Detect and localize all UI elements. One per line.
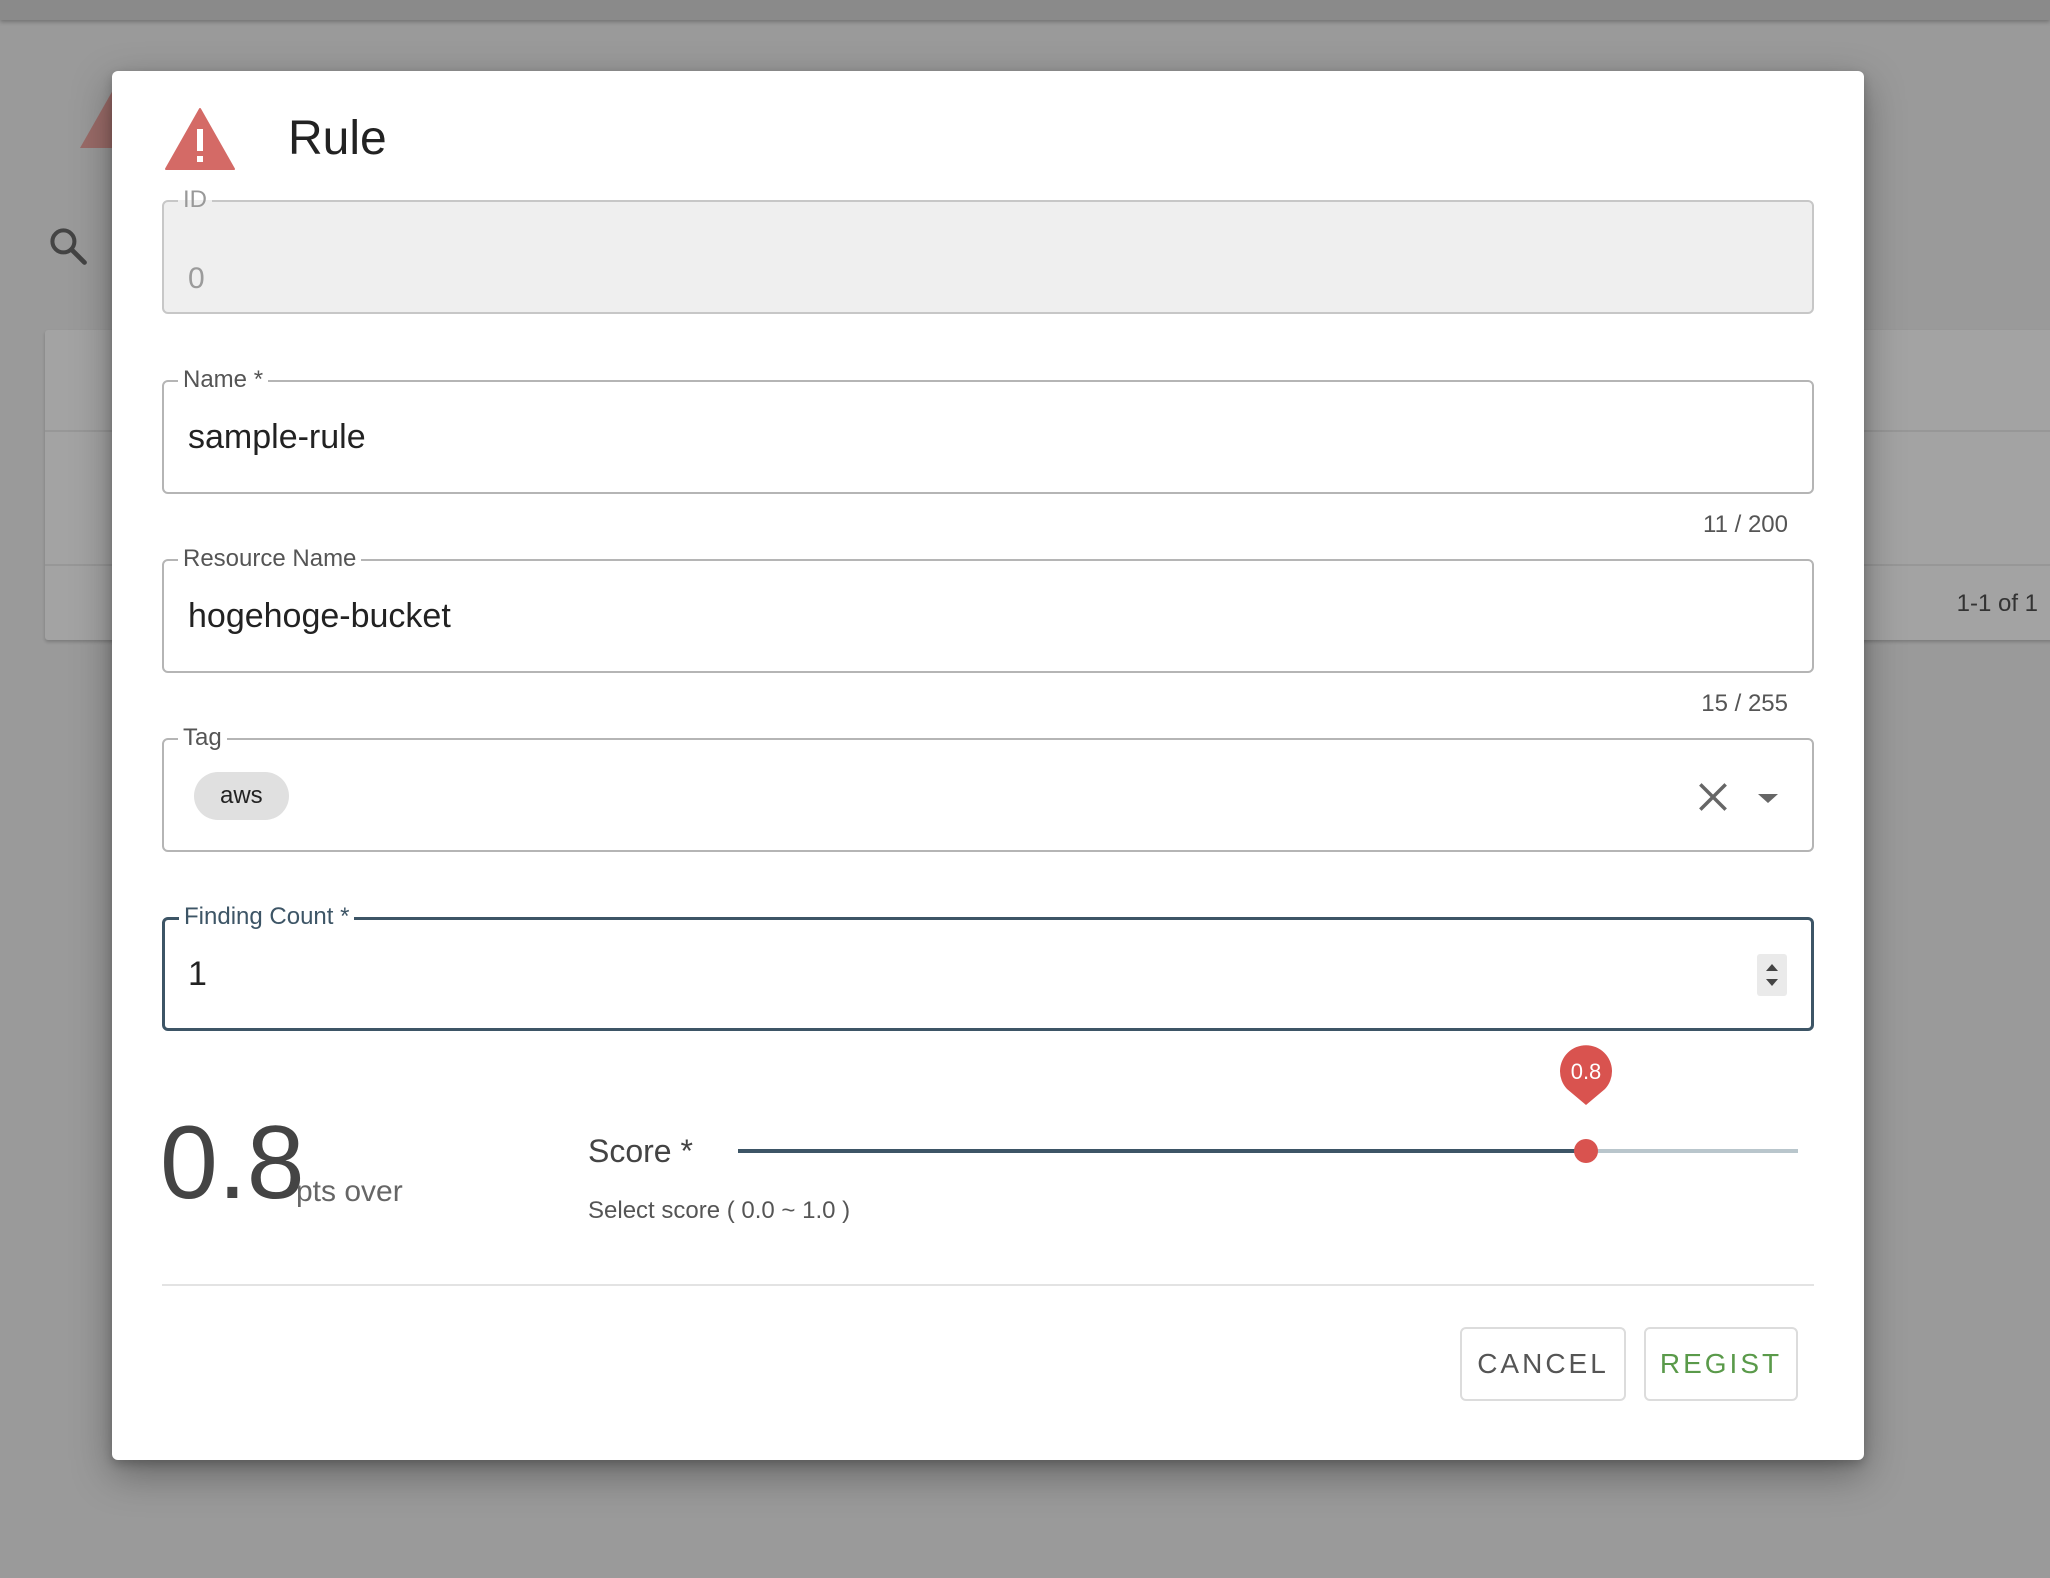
score-slider[interactable]: 0.8 [738, 1045, 1798, 1171]
resource-name-input[interactable] [188, 597, 1688, 636]
tag-field[interactable]: Tag aws [162, 724, 1814, 852]
score-suffix: pts over [296, 1175, 403, 1208]
resource-name-char-counter: 15 / 255 [1701, 690, 1788, 717]
resource-name-field-label: Resource Name [178, 545, 362, 573]
warning-icon [165, 108, 235, 170]
name-input[interactable] [188, 418, 1688, 457]
id-field: ID 0 [162, 186, 1814, 314]
name-char-counter: 11 / 200 [1703, 511, 1788, 538]
slider-thumb[interactable] [1574, 1139, 1598, 1163]
finding-count-field-label: Finding Count * [179, 903, 355, 931]
search-icon [50, 228, 87, 265]
rule-dialog: Rule ID 0 Name * 11 / 200 Resource Name … [112, 71, 1864, 1460]
finding-count-input[interactable] [188, 955, 1688, 994]
score-hint: Select score ( 0.0 ~ 1.0 ) [588, 1197, 851, 1224]
id-field-label: ID [178, 186, 212, 214]
regist-button[interactable]: REGIST [1644, 1327, 1798, 1401]
tag-chip[interactable]: aws [194, 772, 289, 820]
table-pagination: 1-1 of 1 [1956, 590, 2038, 617]
slider-value-label: 0.8 [1570, 1059, 1602, 1084]
name-field[interactable]: Name * [162, 366, 1814, 494]
chevron-down-icon[interactable] [1754, 790, 1782, 806]
number-stepper[interactable] [1757, 954, 1787, 996]
cancel-button[interactable]: CANCEL [1460, 1327, 1626, 1401]
name-field-label: Name * [178, 366, 269, 394]
slider-track-active [738, 1149, 1586, 1153]
actions-divider [162, 1284, 1814, 1286]
app-bar [0, 0, 2050, 20]
score-label: Score * [588, 1133, 693, 1169]
dialog-title: Rule [288, 112, 387, 165]
tag-field-label: Tag [178, 724, 227, 752]
id-field-value: 0 [188, 262, 205, 295]
clear-icon[interactable] [1694, 778, 1732, 816]
score-display: 0.8 [160, 1105, 305, 1221]
finding-count-field[interactable]: Finding Count * [162, 903, 1814, 1031]
resource-name-field[interactable]: Resource Name [162, 545, 1814, 673]
slider-track-inactive [1586, 1149, 1798, 1153]
stepper-arrows-icon[interactable] [1757, 954, 1787, 996]
